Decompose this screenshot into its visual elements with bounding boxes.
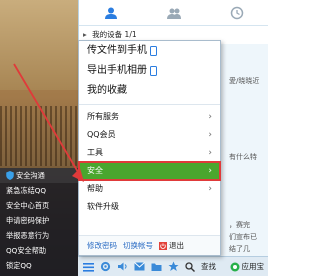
menu-item-label: 软件升级: [87, 202, 119, 211]
clock-icon: [231, 6, 244, 19]
chat-snippet: ，赛完: [229, 221, 250, 229]
menu-item-export-phone-album[interactable]: 导出手机相册: [79, 61, 220, 81]
menu-item-label: 传文件到手机: [87, 45, 147, 56]
switch-account-link[interactable]: 切换帐号: [123, 240, 153, 251]
chat-snippet: 们宣布已: [229, 233, 257, 241]
chat-snippet: 愛/晓晓近: [229, 77, 260, 85]
menu-item-security[interactable]: 安全 ›: [78, 161, 221, 181]
menu-item-help[interactable]: 帮助 ›: [79, 180, 220, 198]
power-icon: [159, 241, 167, 250]
app-center-icon: [230, 262, 239, 271]
chat-snippet: 结了几: [229, 245, 250, 253]
main-menu-icon[interactable]: [82, 261, 94, 273]
my-devices-count: 1/1: [124, 30, 137, 39]
chevron-right-icon: ›: [208, 166, 212, 176]
chevron-right-icon: ›: [208, 184, 212, 194]
tab-recent[interactable]: [206, 0, 268, 25]
menu-item-software-update[interactable]: 软件升级: [79, 198, 220, 216]
tab-contacts[interactable]: [79, 0, 142, 25]
submenu-item-password-protect[interactable]: 申请密码保护: [0, 213, 78, 228]
menu-item-label: 安全: [87, 166, 103, 175]
star-icon[interactable]: [167, 261, 179, 273]
person-icon: [104, 7, 117, 19]
chevron-right-icon: ›: [208, 112, 212, 122]
expand-arrow-icon: ▸: [83, 30, 87, 39]
volume-icon[interactable]: [116, 261, 128, 273]
phone-icon: [150, 46, 157, 56]
menu-item-label: 所有服务: [87, 112, 119, 121]
submenu-item-lock-qq[interactable]: 锁定QQ: [0, 258, 78, 273]
submenu-item-secure-chat[interactable]: 安全沟通: [0, 168, 78, 183]
change-password-link[interactable]: 修改密码: [87, 240, 117, 251]
menu-divider: [79, 104, 220, 105]
submenu-item-security-help[interactable]: QQ安全帮助: [0, 243, 78, 258]
chat-snippet: 有什么特: [229, 153, 257, 161]
wallpaper-grass: [0, 106, 78, 166]
mail-icon[interactable]: [133, 261, 145, 273]
app-center-label: 应用宝: [241, 262, 265, 271]
menu-item-all-services[interactable]: 所有服务 ›: [79, 108, 220, 126]
qq-tabs: [79, 0, 268, 26]
group-icon: [166, 8, 181, 19]
shield-icon: [6, 171, 14, 180]
logout-label: 退出: [169, 241, 184, 250]
my-devices-label: 我的设备: [92, 30, 123, 39]
find-label[interactable]: 查找: [201, 261, 216, 272]
qq-main-menu: 传文件到手机 导出手机相册 我的收藏 所有服务 › QQ会员 › 工具 › 安全…: [78, 40, 221, 256]
folder-icon[interactable]: [150, 261, 162, 273]
security-submenu: 安全沟通 紧急冻结QQ 安全中心首页 申请密码保护 举报恶意行为 QQ安全帮助 …: [0, 168, 78, 276]
submenu-item-label: 安全沟通: [16, 171, 45, 180]
submenu-item-freeze[interactable]: 紧急冻结QQ: [0, 183, 78, 198]
menu-item-label: 工具: [87, 148, 103, 157]
chevron-right-icon: ›: [208, 148, 212, 158]
app-center-button[interactable]: 应用宝: [230, 261, 265, 272]
submenu-item-report[interactable]: 举报恶意行为: [0, 228, 78, 243]
logout-button[interactable]: 退出: [159, 240, 184, 251]
menu-item-label: 导出手机相册: [87, 65, 147, 76]
settings-icon[interactable]: [99, 261, 111, 273]
wallpaper-sky: [0, 0, 78, 90]
menu-item-send-file-to-phone[interactable]: 传文件到手机: [79, 41, 220, 61]
menu-item-label: 我的收藏: [87, 85, 127, 96]
chevron-right-icon: ›: [208, 130, 212, 140]
screen: 安全沟通 紧急冻结QQ 安全中心首页 申请密码保护 举报恶意行为 QQ安全帮助 …: [0, 0, 268, 276]
menu-item-tools[interactable]: 工具 ›: [79, 144, 220, 162]
bottom-toolbar: 查找 应用宝: [78, 256, 268, 276]
menu-item-qq-vip[interactable]: QQ会员 ›: [79, 126, 220, 144]
tab-groups[interactable]: [142, 0, 205, 25]
submenu-item-security-home[interactable]: 安全中心首页: [0, 198, 78, 213]
search-icon[interactable]: [184, 261, 196, 273]
menu-item-label: QQ会员: [87, 130, 116, 139]
phone-icon: [150, 66, 157, 76]
menu-footer: 修改密码 切换帐号 退出: [79, 235, 220, 255]
menu-item-my-favorites[interactable]: 我的收藏: [79, 81, 220, 101]
menu-item-label: 帮助: [87, 184, 103, 193]
